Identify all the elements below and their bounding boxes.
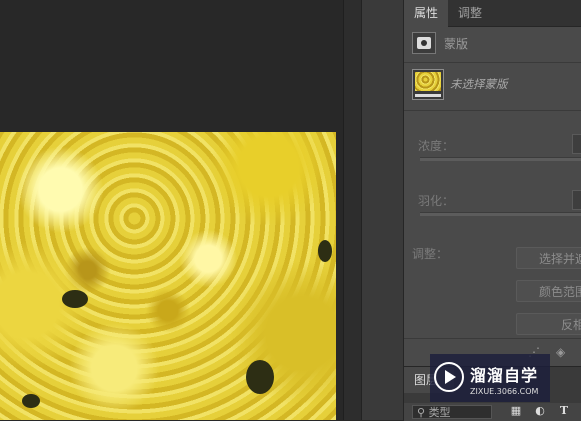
- mask-label: 蒙版: [444, 37, 469, 51]
- image-shadow: [22, 394, 40, 408]
- layers-filter-bar: ⚲ 类型 ▦ ◐ T: [404, 403, 581, 421]
- layer-kind-filter[interactable]: ⚲ 类型: [412, 405, 492, 419]
- chrysanthemum-image[interactable]: [0, 132, 336, 420]
- adjust-label: 调整：: [412, 247, 449, 261]
- divider: [404, 62, 581, 63]
- image-shadow: [62, 290, 88, 308]
- watermark-url: ZIXUE.3066.COM: [470, 387, 539, 396]
- density-slider[interactable]: [420, 157, 581, 161]
- type-filter-icon[interactable]: T: [558, 405, 570, 417]
- eye-icon[interactable]: ◈: [556, 345, 565, 359]
- filter-kind-label: 类型: [428, 406, 451, 419]
- panel-dock-gap: [361, 0, 404, 420]
- feather-input[interactable]: [572, 190, 581, 210]
- adjustment-filter-icon[interactable]: ◐: [534, 405, 546, 417]
- density-label: 浓度：: [418, 139, 455, 153]
- divider: [404, 110, 581, 111]
- watermark: 溜溜自学 ZIXUE.3066.COM: [430, 354, 550, 402]
- select-and-mask-button[interactable]: 选择并遮: [516, 247, 581, 269]
- pixel-mask-icon[interactable]: [412, 32, 436, 54]
- document-canvas[interactable]: [0, 0, 343, 420]
- properties-panel: 属性 调整 蒙版 未选择蒙版 浓度： 羽化： 调整： 选择并遮 颜色范围 反相 …: [403, 0, 581, 367]
- watermark-title: 溜溜自学: [470, 366, 539, 385]
- invert-button[interactable]: 反相: [516, 313, 581, 335]
- color-range-button[interactable]: 颜色范围: [516, 280, 581, 302]
- tab-adjustments[interactable]: 调整: [448, 0, 492, 26]
- thumbnail-bar: [415, 94, 441, 97]
- search-icon: ⚲: [417, 406, 426, 419]
- panel-collapse-bar[interactable]: [343, 0, 362, 420]
- density-input[interactable]: [572, 134, 581, 154]
- play-logo-icon: [434, 362, 464, 392]
- no-mask-selected-text: 未选择蒙版: [450, 77, 508, 91]
- image-shadow: [246, 360, 274, 394]
- feather-label: 羽化：: [418, 194, 455, 208]
- image-filter-icon[interactable]: ▦: [510, 405, 522, 417]
- tab-properties[interactable]: 属性: [404, 0, 449, 27]
- image-shadow: [318, 240, 332, 262]
- layer-thumbnail: [412, 69, 444, 100]
- thumbnail-image: [415, 72, 441, 91]
- panel-tabs: 属性 调整: [404, 0, 581, 27]
- feather-slider[interactable]: [420, 212, 581, 216]
